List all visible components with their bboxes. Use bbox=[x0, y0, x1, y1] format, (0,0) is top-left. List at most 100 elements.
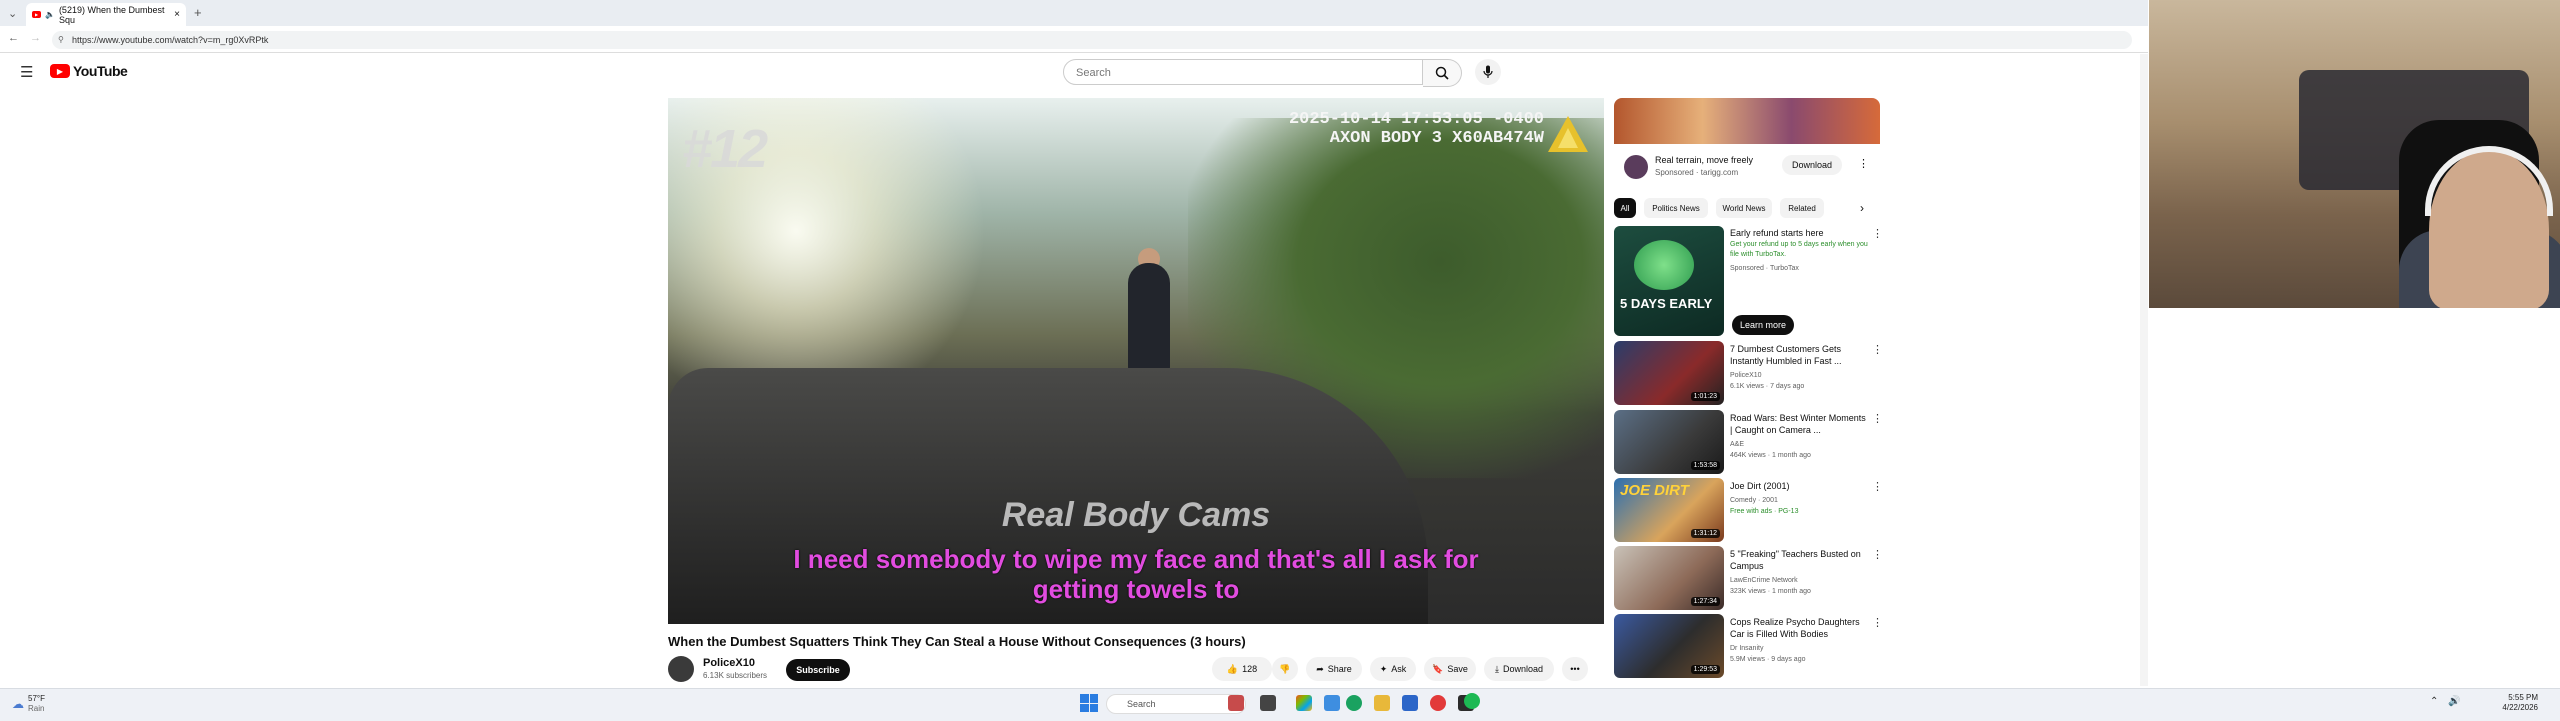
download-button[interactable]: ⤓ Download bbox=[1484, 657, 1554, 681]
ad-title[interactable]: Real terrain, move freely bbox=[1655, 155, 1753, 165]
clock-time: 5:55 PM bbox=[2508, 693, 2538, 702]
related-more-icon[interactable]: ⋮ bbox=[1872, 480, 1883, 493]
windows-taskbar bbox=[0, 688, 2560, 721]
related-more-icon[interactable]: ⋮ bbox=[1872, 412, 1883, 425]
weather-widget[interactable]: ☁ 57°F Rain bbox=[12, 694, 45, 714]
more-actions-button[interactable]: ••• bbox=[1562, 657, 1588, 681]
youtube-logo[interactable]: ▶ YouTube bbox=[50, 63, 128, 79]
channel-avatar[interactable] bbox=[668, 656, 694, 682]
save-label: Save bbox=[1447, 664, 1468, 674]
page-scrollbar[interactable] bbox=[2140, 54, 2148, 686]
system-tray-chevron-icon[interactable]: ⌃ bbox=[2430, 696, 2438, 707]
thumbs-down-icon: 👎 bbox=[1279, 663, 1291, 674]
promo-thumbnail[interactable]: 5 DAYS EARLY bbox=[1614, 226, 1724, 336]
search-icon bbox=[1435, 66, 1449, 80]
more-dots-icon: ••• bbox=[1570, 664, 1580, 674]
site-info-icon[interactable]: ⚲ bbox=[58, 35, 64, 44]
new-tab-button[interactable]: + bbox=[194, 5, 202, 20]
related-more-icon[interactable]: ⋮ bbox=[1872, 343, 1883, 356]
axon-logo-icon bbox=[1548, 116, 1588, 152]
subscribe-button[interactable]: Subscribe bbox=[786, 659, 850, 681]
chip-politics-news[interactable]: Politics News bbox=[1644, 198, 1708, 218]
search-placeholder: Search bbox=[1076, 67, 1111, 79]
thumbs-up-icon: 👍 bbox=[1226, 663, 1239, 674]
task-view-icon[interactable] bbox=[1260, 695, 1276, 711]
taskbar-search-highlight-icon bbox=[1228, 695, 1244, 711]
share-icon: ➦ bbox=[1316, 663, 1324, 674]
related-thumbnail[interactable]: JOE DIRT 1:31:12 bbox=[1614, 478, 1724, 542]
promo-learn-more-button[interactable]: Learn more bbox=[1732, 315, 1794, 335]
video-duration: 1:31:12 bbox=[1690, 529, 1720, 538]
menu-icon[interactable]: ☰ bbox=[20, 63, 33, 81]
share-label: Share bbox=[1327, 664, 1352, 674]
timestamp-line-1: 2025-10-14 17:53:05 -0400 bbox=[1288, 110, 1544, 129]
chips-next-icon[interactable]: › bbox=[1860, 201, 1864, 215]
taskbar-clock[interactable]: 5:55 PM 4/22/2026 bbox=[2458, 693, 2538, 713]
video-title: When the Dumbest Squatters Think They Ca… bbox=[668, 634, 1246, 649]
save-button[interactable]: 🔖 Save bbox=[1424, 657, 1476, 681]
chip-all[interactable]: All bbox=[1614, 198, 1636, 218]
dislike-button[interactable]: 👎 bbox=[1272, 657, 1298, 681]
forward-button[interactable]: → bbox=[30, 32, 41, 44]
ask-button[interactable]: ✦ Ask bbox=[1370, 657, 1416, 681]
related-more-icon[interactable]: ⋮ bbox=[1872, 548, 1883, 561]
voice-search-button[interactable] bbox=[1475, 59, 1501, 85]
youtube-play-icon: ▶ bbox=[50, 64, 70, 78]
video-duration: 1:01:23 bbox=[1690, 392, 1720, 401]
related-more-icon[interactable]: ⋮ bbox=[1872, 616, 1883, 629]
taskbar-search[interactable]: Search bbox=[1106, 694, 1246, 714]
microsoft-store-icon[interactable] bbox=[1296, 695, 1312, 711]
chip-world-news[interactable]: World News bbox=[1716, 198, 1772, 218]
file-explorer-icon[interactable] bbox=[1374, 695, 1390, 711]
video-duration: 1:29:53 bbox=[1690, 665, 1720, 674]
rain-cloud-icon: ☁ bbox=[12, 697, 24, 711]
channel-name[interactable]: PoliceX10 bbox=[703, 657, 755, 669]
speaker-icon: 🔈 bbox=[44, 10, 55, 19]
related-title[interactable]: Cops Realize Psycho Daughters Car is Fil… bbox=[1730, 616, 1870, 640]
spotify-icon[interactable] bbox=[1464, 693, 1480, 709]
related-title[interactable]: Road Wars: Best Winter Moments | Caught … bbox=[1730, 412, 1870, 436]
app-icon[interactable] bbox=[1430, 695, 1446, 711]
related-thumb-text: JOE DIRT bbox=[1620, 482, 1689, 499]
download-label: Download bbox=[1502, 664, 1543, 674]
weather-temp: 57°F bbox=[28, 694, 45, 703]
ad-sponsor: Sponsored · tarigg.com bbox=[1655, 168, 1739, 177]
video-player[interactable]: #12 2025-10-14 17:53:05 -0400 AXON BODY … bbox=[668, 98, 1604, 624]
teams-icon[interactable] bbox=[1402, 695, 1418, 711]
related-title[interactable]: Joe Dirt (2001) bbox=[1730, 480, 1870, 492]
related-thumbnail[interactable]: 1:29:53 bbox=[1614, 614, 1724, 678]
channel-subscribers: 6.13K subscribers bbox=[703, 671, 768, 680]
edge-icon[interactable] bbox=[1324, 695, 1340, 711]
like-button[interactable]: 👍 128 bbox=[1212, 657, 1272, 681]
tab-list-icon[interactable]: ⌄ bbox=[8, 7, 17, 20]
share-button[interactable]: ➦ Share bbox=[1306, 657, 1362, 681]
related-channel: LawEnCrime Network bbox=[1730, 577, 1798, 584]
ad-more-icon[interactable]: ⋮ bbox=[1858, 157, 1869, 170]
related-channel: A&E bbox=[1730, 441, 1745, 448]
url-field[interactable]: https://www.youtube.com/watch?v=m_rg0XvR… bbox=[52, 31, 2132, 49]
ad-banner-image[interactable] bbox=[1614, 98, 1880, 144]
related-thumbnail[interactable]: 1:53:58 bbox=[1614, 410, 1724, 474]
promo-more-icon[interactable]: ⋮ bbox=[1872, 227, 1883, 240]
related-title[interactable]: 5 "Freaking" Teachers Busted on Campus bbox=[1730, 548, 1870, 572]
related-meta: 6.1K views · 7 days ago bbox=[1730, 383, 1805, 390]
promo-thumb-text: 5 DAYS EARLY bbox=[1620, 296, 1713, 311]
promo-title[interactable]: Early refund starts here bbox=[1730, 227, 1870, 239]
chip-related[interactable]: Related bbox=[1780, 198, 1824, 218]
search-button[interactable] bbox=[1423, 59, 1462, 87]
related-thumbnail[interactable]: 1:01:23 bbox=[1614, 341, 1724, 405]
microphone-icon bbox=[1483, 65, 1493, 78]
browser-tab[interactable]: ▶ 🔈 (5219) When the Dumbest Squ × bbox=[26, 3, 186, 26]
chrome-icon[interactable] bbox=[1346, 695, 1362, 711]
ad-download-button[interactable]: Download bbox=[1782, 155, 1842, 175]
youtube-logo-text: YouTube bbox=[73, 63, 128, 79]
search-input[interactable]: Search bbox=[1063, 59, 1423, 85]
ad-avatar bbox=[1624, 155, 1648, 179]
tab-close-icon[interactable]: × bbox=[174, 9, 180, 20]
weather-desc: Rain bbox=[28, 704, 45, 713]
related-channel: PoliceX10 bbox=[1730, 372, 1762, 379]
back-button[interactable]: ← bbox=[8, 32, 19, 44]
related-thumbnail[interactable]: 1:27:34 bbox=[1614, 546, 1724, 610]
related-title[interactable]: 7 Dumbest Customers Gets Instantly Humbl… bbox=[1730, 343, 1870, 367]
windows-start-icon[interactable] bbox=[1080, 694, 1098, 712]
